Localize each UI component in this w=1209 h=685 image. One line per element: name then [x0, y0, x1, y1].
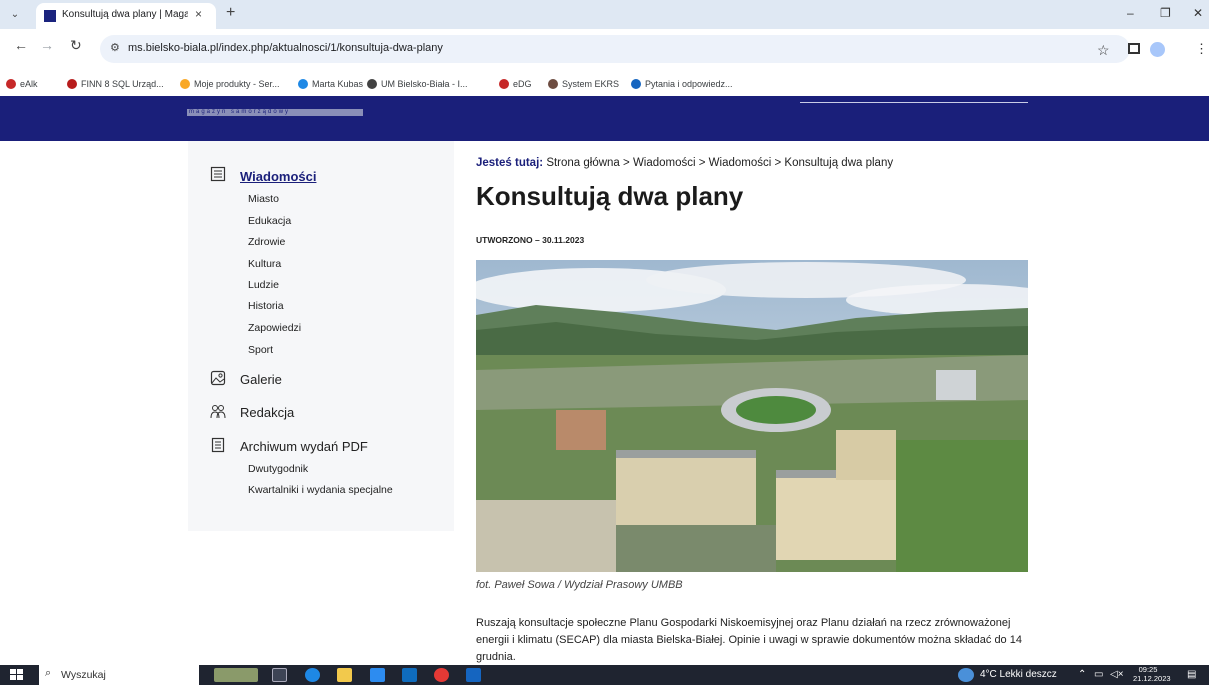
- page-title: Konsultują dwa plany: [476, 181, 744, 211]
- task-view-icon[interactable]: [272, 668, 287, 682]
- network-icon[interactable]: ▭: [1094, 669, 1103, 680]
- article-content: Jesteś tutaj: Strona główna > Wiadomości…: [476, 141, 1036, 665]
- tab-close-icon[interactable]: ×: [195, 7, 202, 21]
- site-info-icon[interactable]: ⚙: [110, 41, 120, 54]
- bookmark-item[interactable]: Pytania i odpowiedz...: [631, 79, 733, 89]
- tray-chevron-icon[interactable]: ⌃: [1078, 669, 1086, 680]
- clock-date: 21.12.2023: [1133, 674, 1171, 683]
- breadcrumb: Jesteś tutaj: Strona główna > Wiadomości…: [476, 157, 893, 169]
- sidebar-item-redakcja[interactable]: Redakcja: [240, 405, 294, 420]
- restore-icon[interactable]: ❐: [1160, 6, 1171, 20]
- taskbar-search[interactable]: ⌕ Wyszukaj: [39, 665, 199, 685]
- people-icon: [210, 405, 226, 419]
- sidebar-subitem[interactable]: Historia: [248, 300, 284, 312]
- bookmark-item[interactable]: FINN 8 SQL Urząd...: [67, 79, 164, 89]
- bookmark-favicon-icon: [67, 79, 77, 89]
- bookmark-item[interactable]: eAlk: [6, 79, 38, 89]
- sidebar-item-galerie[interactable]: Galerie: [240, 372, 282, 387]
- browser-tab-active[interactable]: Konsultują dwa plany | Magazyn ×: [36, 3, 216, 29]
- outlook-icon[interactable]: [402, 668, 417, 682]
- address-bar[interactable]: ⚙ ms.bielsko-biala.pl/index.php/aktualno…: [100, 35, 1130, 63]
- sidebar-subitem[interactable]: Kultura: [248, 258, 281, 270]
- sidebar-subitem[interactable]: Edukacja: [248, 215, 291, 227]
- edge-browser-icon[interactable]: [305, 668, 320, 682]
- forward-arrow-icon[interactable]: →: [40, 37, 54, 53]
- taskbar-search-placeholder: Wyszukaj: [61, 669, 106, 681]
- browser-toolbar: ← → ↻ ⚙ ms.bielsko-biala.pl/index.php/ak…: [0, 29, 1209, 74]
- speaker-icon[interactable]: ◁×: [1110, 669, 1124, 680]
- weather-text[interactable]: 4°C Lekki deszcz: [980, 669, 1057, 680]
- bookmark-favicon-icon: [367, 79, 377, 89]
- header-search-underline[interactable]: [800, 102, 1028, 103]
- file-explorer-icon[interactable]: [337, 668, 352, 682]
- sidebar-subitem[interactable]: Ludzie: [248, 279, 279, 291]
- article-lead: Ruszają konsultacje społeczne Planu Gosp…: [476, 617, 1022, 663]
- weather-icon[interactable]: [958, 668, 974, 682]
- browser-tab-strip: ⌄ Konsultują dwa plany | Magazyn × + – ❐…: [0, 0, 1209, 29]
- browser-menu-icon[interactable]: ⋮: [1195, 41, 1208, 57]
- new-tab-button[interactable]: +: [226, 4, 235, 22]
- sidebar-subitem[interactable]: Dwutygodnik: [248, 463, 308, 475]
- chrome-icon[interactable]: [434, 668, 449, 682]
- minimize-icon[interactable]: –: [1127, 6, 1134, 20]
- site-favicon-icon: [44, 10, 56, 22]
- notifications-icon[interactable]: ▤: [1187, 669, 1196, 680]
- bookmark-item[interactable]: eDG: [499, 79, 532, 89]
- taskbar-clock[interactable]: 09:25 21.12.2023: [1133, 665, 1171, 683]
- word-icon[interactable]: [466, 668, 481, 682]
- sidebar-subitem[interactable]: Sport: [248, 344, 273, 356]
- bookmark-favicon-icon: [298, 79, 308, 89]
- sidebar-nav: Wiadomości Miasto Edukacja Zdrowie Kultu…: [188, 141, 454, 531]
- newspaper-icon: [210, 166, 226, 182]
- taskbar-widget-icon[interactable]: [214, 668, 258, 682]
- window-close-icon[interactable]: ✕: [1193, 6, 1203, 20]
- bookmark-item[interactable]: System EKRS: [548, 79, 619, 89]
- bookmark-star-icon[interactable]: ☆: [1097, 42, 1110, 59]
- breadcrumb-path[interactable]: Strona główna > Wiadomości > Wiadomości …: [546, 157, 893, 169]
- bookmark-item[interactable]: Marta Kubas: [298, 79, 363, 89]
- bookmarks-bar: eAlk FINN 8 SQL Urząd... Moje produkty -…: [0, 74, 1209, 96]
- windows-taskbar: ⌕ Wyszukaj 4°C Lekki deszcz ⌃ ▭ ◁× 09:25…: [0, 665, 1209, 685]
- document-icon: [211, 437, 225, 453]
- side-panel-icon[interactable]: [1128, 43, 1140, 54]
- image-icon: [210, 370, 226, 386]
- article-date: UTWORZONO – 30.11.2023: [476, 235, 585, 245]
- article-photo[interactable]: [476, 260, 1028, 572]
- reload-icon[interactable]: ↻: [70, 37, 82, 54]
- breadcrumb-label: Jesteś tutaj:: [476, 157, 544, 169]
- tab-title: Konsultują dwa plany | Magazyn: [62, 9, 188, 20]
- sidebar-item-wiadomosci[interactable]: Wiadomości: [240, 169, 316, 184]
- url-text[interactable]: ms.bielsko-biala.pl/index.php/aktualnosc…: [128, 42, 443, 54]
- profile-avatar-icon[interactable]: [1150, 42, 1165, 57]
- bookmark-favicon-icon: [6, 79, 16, 89]
- bookmark-favicon-icon: [499, 79, 509, 89]
- bookmark-item[interactable]: Moje produkty - Ser...: [180, 79, 280, 89]
- clock-time: 09:25: [1138, 665, 1158, 674]
- sidebar-subitem[interactable]: Zdrowie: [248, 236, 285, 248]
- windows-start-icon[interactable]: [10, 669, 23, 681]
- search-icon: ⌕: [45, 667, 52, 679]
- bookmark-favicon-icon: [180, 79, 190, 89]
- bookmark-favicon-icon: [631, 79, 641, 89]
- sidebar-subitem[interactable]: Miasto: [248, 193, 279, 205]
- tab-search-icon[interactable]: ⌄: [6, 7, 24, 23]
- photo-caption: fot. Paweł Sowa / Wydział Prasowy UMBB: [476, 579, 683, 591]
- bookmark-favicon-icon: [548, 79, 558, 89]
- site-header: magazyn samorządowy: [0, 96, 1209, 141]
- store-icon[interactable]: [370, 668, 385, 682]
- bookmark-item[interactable]: UM Bielsko-Biała - I...: [367, 79, 468, 89]
- back-arrow-icon[interactable]: ←: [14, 37, 28, 53]
- site-logo-tagline: magazyn samorządowy: [189, 109, 291, 115]
- sidebar-item-archiwum[interactable]: Archiwum wydań PDF: [240, 439, 368, 454]
- sidebar-subitem[interactable]: Zapowiedzi: [248, 322, 301, 334]
- sidebar-subitem[interactable]: Kwartalniki i wydania specjalne: [248, 484, 393, 496]
